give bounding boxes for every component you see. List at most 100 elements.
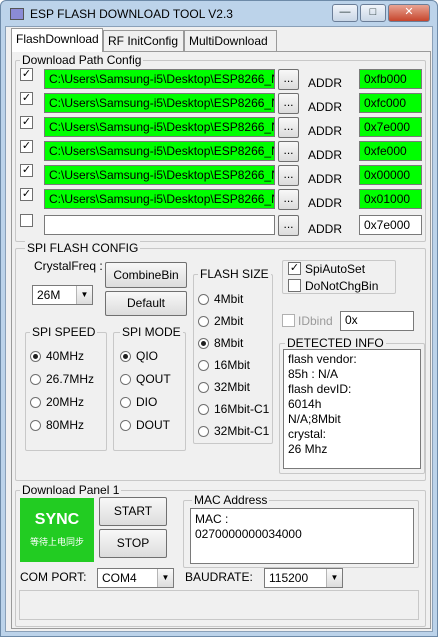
browse-button[interactable]: ... (278, 215, 299, 236)
detected-info-line: 26 Mhz (288, 442, 328, 456)
path-row: ✓ C:\Users\Samsung-i5\Desktop\ESP8266_N..… (0, 164, 438, 186)
addr-input[interactable]: 0x00000 (359, 165, 422, 185)
spi-auto-set-label: SpiAutoSet (305, 262, 366, 276)
combine-bin-button[interactable]: CombineBin (105, 262, 187, 288)
detected-info-label: DETECTED INFO (285, 336, 386, 350)
progress-bar (19, 590, 419, 620)
crystal-freq-value: 26M (37, 288, 61, 302)
start-button[interactable]: START (99, 497, 167, 526)
radio-label: 8Mbit (214, 336, 244, 350)
chevron-down-icon: ▼ (157, 569, 173, 587)
radio-option[interactable]: 32Mbit (198, 380, 278, 396)
com-port-value: COM4 (102, 571, 137, 585)
com-port-select[interactable]: COM4 ▼ (97, 568, 174, 588)
addr-input[interactable]: 0xfb000 (359, 69, 422, 89)
path-row-checkbox[interactable]: ✓ (20, 140, 33, 153)
sync-status-text: SYNC (34, 511, 80, 528)
addr-label: ADDR (308, 124, 343, 138)
browse-button[interactable]: ... (278, 69, 299, 90)
path-row-checkbox[interactable]: ✓ (20, 92, 33, 105)
addr-input[interactable]: 0x7e000 (359, 215, 422, 235)
radio-label: 16Mbit-C1 (214, 402, 270, 416)
download-path-label: Download Path Config (20, 53, 144, 67)
path-input[interactable]: C:\Users\Samsung-i5\Desktop\ESP8266_N (44, 189, 275, 209)
radio-option[interactable]: 32Mbit-C1 (198, 424, 278, 440)
radio-icon (198, 316, 209, 327)
path-input[interactable]: C:\Users\Samsung-i5\Desktop\ESP8266_N (44, 165, 275, 185)
idbind-input[interactable]: 0x (340, 311, 414, 331)
addr-label: ADDR (308, 196, 343, 210)
radio-option[interactable]: DIO (120, 395, 200, 411)
radio-label: DIO (136, 395, 158, 409)
radio-icon (198, 360, 209, 371)
browse-button[interactable]: ... (278, 165, 299, 186)
radio-label: DOUT (136, 418, 170, 432)
idbind-label: IDbind (298, 314, 333, 328)
detected-info-line: crystal: (288, 427, 327, 441)
minimize-button[interactable]: — (332, 4, 358, 22)
radio-icon (198, 404, 209, 415)
radio-icon (30, 351, 41, 362)
tab-multidownload[interactable]: MultiDownload (184, 30, 277, 52)
radio-option[interactable]: QIO (120, 349, 200, 365)
radio-option[interactable]: 16Mbit-C1 (198, 402, 278, 418)
baudrate-select[interactable]: 115200 ▼ (264, 568, 343, 588)
path-row-checkbox[interactable]: ✓ (20, 68, 33, 81)
title-bar[interactable]: ESP FLASH DOWNLOAD TOOL V2.3 — □ ✕ (4, 3, 434, 23)
addr-input[interactable]: 0xfc000 (359, 93, 422, 113)
tab-flashdownload[interactable]: FlashDownload (11, 28, 103, 52)
path-row-checkbox[interactable] (20, 214, 33, 227)
radio-option[interactable]: DOUT (120, 418, 200, 434)
path-input[interactable] (44, 215, 275, 235)
browse-button[interactable]: ... (278, 189, 299, 210)
radio-label: 80MHz (46, 418, 85, 432)
crystal-freq-select[interactable]: 26M ▼ (32, 285, 93, 305)
radio-icon (198, 382, 209, 393)
radio-icon (120, 374, 131, 385)
path-row: ✓ C:\Users\Samsung-i5\Desktop\ESP8266_N..… (0, 116, 438, 138)
browse-button[interactable]: ... (278, 141, 299, 162)
browse-button[interactable]: ... (278, 93, 299, 114)
addr-input[interactable]: 0x7e000 (359, 117, 422, 137)
spi-speed-label: SPI SPEED (30, 325, 98, 339)
radio-option[interactable]: 40MHz (30, 349, 110, 365)
path-input[interactable]: C:\Users\Samsung-i5\Desktop\ESP8266_N (44, 141, 275, 161)
radio-option[interactable]: 26.7MHz (30, 372, 110, 388)
maximize-button[interactable]: □ (360, 4, 386, 22)
addr-input[interactable]: 0x01000 (359, 189, 422, 209)
path-row-checkbox[interactable]: ✓ (20, 188, 33, 201)
radio-option[interactable]: 8Mbit (198, 336, 278, 352)
sync-status: SYNC 等待上电同步 (20, 498, 94, 562)
path-row: ✓ C:\Users\Samsung-i5\Desktop\ESP8266_N..… (0, 140, 438, 162)
crystal-freq-label: CrystalFreq : (34, 259, 103, 273)
addr-input[interactable]: 0xfe000 (359, 141, 422, 161)
tab-rf-initconfig[interactable]: RF InitConfig (103, 30, 184, 52)
do-not-chg-bin-label: DoNotChgBin (305, 279, 379, 293)
idbind-checkbox[interactable] (282, 314, 295, 327)
radio-label: 26.7MHz (46, 372, 95, 386)
do-not-chg-bin-checkbox[interactable] (288, 279, 301, 292)
browse-button[interactable]: ... (278, 117, 299, 138)
detected-info-text: flash vendor: 85h : N/A flash devID: 6014h N… (283, 349, 421, 469)
path-input[interactable]: C:\Users\Samsung-i5\Desktop\ESP8266_N (44, 93, 275, 113)
path-row: ✓ C:\Users\Samsung-i5\Desktop\ESP8266_N..… (0, 188, 438, 210)
path-row-checkbox[interactable]: ✓ (20, 116, 33, 129)
path-input[interactable]: C:\Users\Samsung-i5\Desktop\ESP8266_N (44, 117, 275, 137)
stop-button[interactable]: STOP (99, 529, 167, 558)
chevron-down-icon: ▼ (76, 286, 92, 304)
radio-option[interactable]: 16Mbit (198, 358, 278, 374)
radio-option[interactable]: QOUT (120, 372, 200, 388)
close-button[interactable]: ✕ (388, 4, 430, 22)
radio-label: 32Mbit-C1 (214, 424, 270, 438)
radio-option[interactable]: 80MHz (30, 418, 110, 434)
baudrate-value: 115200 (269, 571, 309, 585)
path-row-checkbox[interactable]: ✓ (20, 164, 33, 177)
radio-option[interactable]: 4Mbit (198, 292, 278, 308)
radio-option[interactable]: 20MHz (30, 395, 110, 411)
radio-icon (120, 397, 131, 408)
radio-option[interactable]: 2Mbit (198, 314, 278, 330)
spi-auto-set-checkbox[interactable]: ✓ (288, 262, 301, 275)
default-button[interactable]: Default (105, 291, 187, 316)
path-input[interactable]: C:\Users\Samsung-i5\Desktop\ESP8266_N (44, 69, 275, 89)
mac-address-line: MAC : (195, 512, 229, 526)
